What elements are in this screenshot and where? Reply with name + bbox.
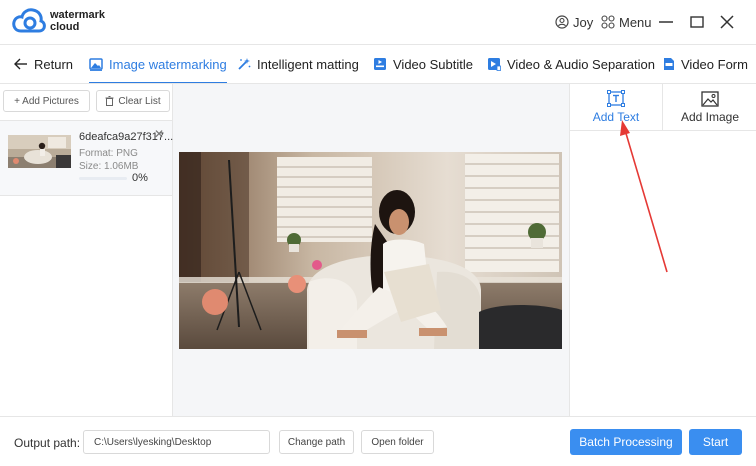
tab-intelligent-matting[interactable]: Intelligent matting [237, 45, 359, 83]
preview-area [173, 84, 570, 416]
arrow-left-icon [14, 58, 27, 70]
tab-label: Video Subtitle [393, 56, 473, 72]
app-name-line2: cloud [50, 21, 80, 33]
title-bar: watermark cloud Joy Menu [0, 0, 756, 44]
app-name: watermark cloud [50, 9, 105, 33]
open-folder-label: Open folder [371, 436, 424, 448]
maximize-icon[interactable] [688, 13, 706, 31]
tab-label: Intelligent matting [257, 56, 359, 72]
return-button[interactable]: Return [14, 45, 73, 83]
tab-label: Add Image [680, 109, 740, 124]
cloud-logo-icon [12, 8, 46, 33]
tab-add-text[interactable]: Add Text [570, 84, 662, 130]
menu-label: Menu [619, 14, 652, 30]
nav-bar: Return Image watermarking Intelligent ma… [0, 44, 756, 84]
image-icon [89, 57, 103, 71]
tab-label: Image watermarking [109, 56, 227, 72]
output-path-field[interactable]: C:\Users\lyesking\Desktop [83, 430, 270, 454]
close-window-icon[interactable] [718, 13, 736, 31]
add-pictures-label: + Add Pictures [14, 95, 79, 107]
batch-processing-button[interactable]: Batch Processing [570, 429, 682, 455]
text-tool-icon [607, 90, 625, 107]
list-item[interactable]: 6deafca9a27f317... Format: PNG Size: 1.0… [0, 120, 173, 196]
add-pictures-button[interactable]: + Add Pictures [3, 90, 90, 112]
tab-image-watermarking[interactable]: Image watermarking [89, 45, 227, 83]
minimize-icon[interactable] [657, 13, 675, 31]
bottom-bar: Output path: C:\Users\lyesking\Desktop C… [0, 416, 756, 466]
video-format-icon [664, 58, 674, 70]
video-subtitle-icon [374, 58, 386, 70]
watermark-options-panel: Add Text Add Image [569, 84, 756, 416]
file-size: Size: 1.06MB [79, 161, 139, 172]
start-label: Start [702, 435, 729, 449]
menu-grid-icon [601, 15, 615, 29]
preview-image[interactable] [179, 152, 562, 349]
user-icon [555, 15, 569, 29]
change-path-label: Change path [287, 436, 346, 448]
file-list-panel: + Add Pictures Clear List 6deafca9a27f31… [0, 84, 173, 416]
remove-file-icon[interactable]: ✕ [154, 127, 164, 141]
return-label: Return [34, 56, 74, 72]
file-thumbnail [8, 135, 71, 168]
user-name: Joy [573, 14, 594, 30]
clear-list-button[interactable]: Clear List [96, 90, 170, 112]
magic-wand-icon [238, 58, 251, 70]
open-folder-button[interactable]: Open folder [361, 430, 434, 454]
progress-bar [79, 177, 127, 180]
output-path-value: C:\Users\lyesking\Desktop [94, 436, 212, 448]
app-name-line1: watermark [50, 9, 106, 21]
start-button[interactable]: Start [689, 429, 742, 455]
tab-underline [570, 130, 756, 131]
tab-video-audio-separation[interactable]: Video & Audio Separation [487, 45, 655, 83]
image-tool-icon [701, 90, 719, 107]
tab-label: Video Form [681, 56, 748, 72]
preview-photo-graphic [179, 152, 562, 349]
file-format: Format: PNG [79, 148, 138, 159]
output-path-label: Output path: [14, 436, 81, 450]
user-account[interactable]: Joy [555, 13, 593, 31]
tab-video-subtitle[interactable]: Video Subtitle [373, 45, 473, 83]
progress-percent: 0% [132, 172, 148, 184]
clear-list-label: Clear List [118, 95, 161, 107]
menu-button[interactable]: Menu [601, 13, 652, 31]
tab-video-format[interactable]: Video Form [663, 45, 748, 83]
tab-label: Add Text [592, 110, 640, 124]
batch-processing-label: Batch Processing [579, 435, 673, 449]
tab-label: Video & Audio Separation [507, 56, 655, 72]
video-audio-icon [488, 58, 501, 71]
tab-add-image[interactable]: Add Image [663, 84, 756, 130]
change-path-button[interactable]: Change path [279, 430, 354, 454]
trash-icon [105, 96, 114, 106]
